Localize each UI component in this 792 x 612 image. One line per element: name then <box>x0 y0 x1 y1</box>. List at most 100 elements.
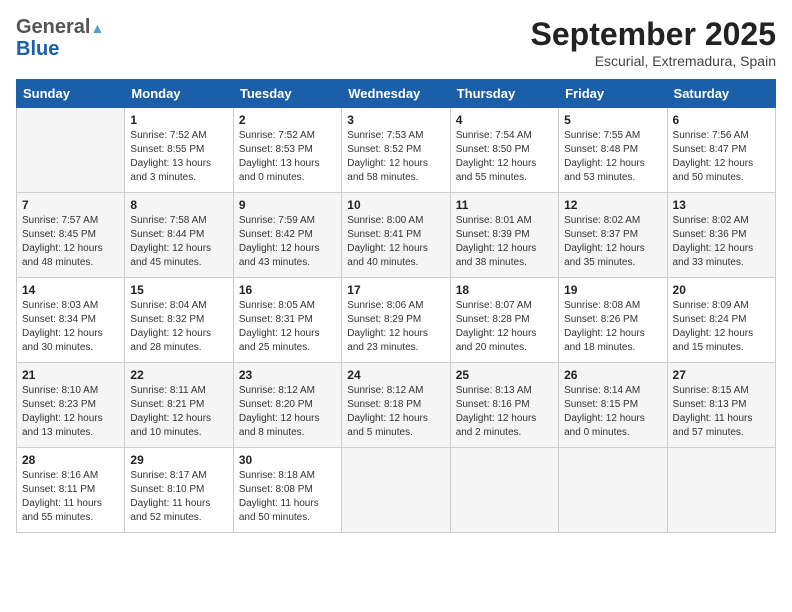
calendar-cell: 7 Sunrise: 7:57 AMSunset: 8:45 PMDaylight… <box>17 193 125 278</box>
day-info: Sunrise: 8:08 AMSunset: 8:26 PMDaylight:… <box>564 299 661 355</box>
day-info: Sunrise: 8:10 AMSunset: 8:23 PMDaylight:… <box>22 384 119 440</box>
calendar-cell: 16 Sunrise: 8:05 AMSunset: 8:31 PMDayligh… <box>233 278 341 363</box>
title-block: September 2025 Escurial, Extremadura, Sp… <box>531 16 776 69</box>
header-sunday: Sunday <box>17 80 125 108</box>
calendar-cell: 23Sunrise: 8:12 AMSunset: 8:20 PMDayligh… <box>233 363 341 448</box>
day-number: 26 <box>564 368 661 382</box>
calendar-cell: 15 Sunrise: 8:04 AMSunset: 8:32 PMDayligh… <box>125 278 233 363</box>
calendar-cell: 30 Sunrise: 8:18 AMSunset: 8:08 PMDayligh… <box>233 448 341 533</box>
calendar-cell: 8 Sunrise: 7:58 AMSunset: 8:44 PMDaylight… <box>125 193 233 278</box>
day-info: Sunrise: 8:15 AMSunset: 8:13 PMDaylight:… <box>673 384 770 440</box>
day-info: Sunrise: 8:14 AMSunset: 8:15 PMDaylight:… <box>564 384 661 440</box>
day-info: Sunrise: 8:11 AMSunset: 8:21 PMDaylight:… <box>130 384 227 440</box>
calendar-cell: 19 Sunrise: 8:08 AMSunset: 8:26 PMDayligh… <box>559 278 667 363</box>
day-number: 11 <box>456 198 553 212</box>
day-info: Sunrise: 7:57 AMSunset: 8:45 PMDaylight:… <box>22 214 119 270</box>
day-number: 21 <box>22 368 119 382</box>
calendar-cell: 22 Sunrise: 8:11 AMSunset: 8:21 PMDayligh… <box>125 363 233 448</box>
day-number: 27 <box>673 368 770 382</box>
calendar-week-2: 7 Sunrise: 7:57 AMSunset: 8:45 PMDaylight… <box>17 193 776 278</box>
day-number: 5 <box>564 113 661 127</box>
day-info: Sunrise: 8:18 AMSunset: 8:08 PMDaylight:… <box>239 469 336 525</box>
calendar-cell: 1 Sunrise: 7:52 AMSunset: 8:55 PMDaylight… <box>125 108 233 193</box>
calendar-cell: 27 Sunrise: 8:15 AMSunset: 8:13 PMDayligh… <box>667 363 775 448</box>
header-monday: Monday <box>125 80 233 108</box>
day-number: 17 <box>347 283 444 297</box>
day-number: 7 <box>22 198 119 212</box>
day-number: 30 <box>239 453 336 467</box>
day-info: Sunrise: 7:53 AMSunset: 8:52 PMDaylight:… <box>347 129 444 185</box>
logo-general: General <box>16 16 90 38</box>
calendar-cell: 6 Sunrise: 7:56 AMSunset: 8:47 PMDaylight… <box>667 108 775 193</box>
day-info: Sunrise: 8:06 AMSunset: 8:29 PMDaylight:… <box>347 299 444 355</box>
calendar-cell <box>667 448 775 533</box>
page-subtitle: Escurial, Extremadura, Spain <box>531 53 776 69</box>
calendar-cell: 21 Sunrise: 8:10 AMSunset: 8:23 PMDayligh… <box>17 363 125 448</box>
calendar-cell: 26 Sunrise: 8:14 AMSunset: 8:15 PMDayligh… <box>559 363 667 448</box>
day-info: Sunrise: 8:16 AMSunset: 8:11 PMDaylight:… <box>22 469 119 525</box>
header-thursday: Thursday <box>450 80 558 108</box>
day-number: 9 <box>239 198 336 212</box>
calendar-week-3: 14 Sunrise: 8:03 AMSunset: 8:34 PMDayligh… <box>17 278 776 363</box>
day-info: Sunrise: 7:58 AMSunset: 8:44 PMDaylight:… <box>130 214 227 270</box>
calendar-cell: 14 Sunrise: 8:03 AMSunset: 8:34 PMDayligh… <box>17 278 125 363</box>
day-info: Sunrise: 7:52 AMSunset: 8:55 PMDaylight:… <box>130 129 227 185</box>
day-number: 10 <box>347 198 444 212</box>
calendar-cell: 24Sunrise: 8:12 AMSunset: 8:18 PMDayligh… <box>342 363 450 448</box>
calendar-cell <box>450 448 558 533</box>
day-number: 24 <box>347 368 444 382</box>
day-number: 13 <box>673 198 770 212</box>
day-info: Sunrise: 8:02 AMSunset: 8:37 PMDaylight:… <box>564 214 661 270</box>
calendar-week-5: 28 Sunrise: 8:16 AMSunset: 8:11 PMDayligh… <box>17 448 776 533</box>
day-info: Sunrise: 8:05 AMSunset: 8:31 PMDaylight:… <box>239 299 336 355</box>
calendar-cell: 18Sunrise: 8:07 AMSunset: 8:28 PMDayligh… <box>450 278 558 363</box>
day-number: 25 <box>456 368 553 382</box>
calendar-cell: 29Sunrise: 8:17 AMSunset: 8:10 PMDayligh… <box>125 448 233 533</box>
day-number: 2 <box>239 113 336 127</box>
calendar-table: SundayMondayTuesdayWednesdayThursdayFrid… <box>16 79 776 533</box>
calendar-cell: 20 Sunrise: 8:09 AMSunset: 8:24 PMDayligh… <box>667 278 775 363</box>
day-info: Sunrise: 8:07 AMSunset: 8:28 PMDaylight:… <box>456 299 553 355</box>
day-info: Sunrise: 7:56 AMSunset: 8:47 PMDaylight:… <box>673 129 770 185</box>
day-number: 23 <box>239 368 336 382</box>
calendar-cell <box>342 448 450 533</box>
calendar-cell <box>559 448 667 533</box>
day-info: Sunrise: 7:55 AMSunset: 8:48 PMDaylight:… <box>564 129 661 185</box>
calendar-cell: 13 Sunrise: 8:02 AMSunset: 8:36 PMDayligh… <box>667 193 775 278</box>
day-number: 14 <box>22 283 119 297</box>
day-number: 6 <box>673 113 770 127</box>
day-number: 15 <box>130 283 227 297</box>
page-header: General▲ Blue September 2025 Escurial, E… <box>16 16 776 69</box>
day-number: 28 <box>22 453 119 467</box>
calendar-cell: 3Sunrise: 7:53 AMSunset: 8:52 PMDaylight… <box>342 108 450 193</box>
calendar-cell: 9 Sunrise: 7:59 AMSunset: 8:42 PMDaylight… <box>233 193 341 278</box>
day-number: 8 <box>130 198 227 212</box>
calendar-week-1: 1 Sunrise: 7:52 AMSunset: 8:55 PMDaylight… <box>17 108 776 193</box>
page-title: September 2025 <box>531 16 776 53</box>
day-info: Sunrise: 8:04 AMSunset: 8:32 PMDaylight:… <box>130 299 227 355</box>
day-info: Sunrise: 7:59 AMSunset: 8:42 PMDaylight:… <box>239 214 336 270</box>
day-number: 22 <box>130 368 227 382</box>
day-info: Sunrise: 8:00 AMSunset: 8:41 PMDaylight:… <box>347 214 444 270</box>
day-number: 12 <box>564 198 661 212</box>
day-info: Sunrise: 8:02 AMSunset: 8:36 PMDaylight:… <box>673 214 770 270</box>
header-friday: Friday <box>559 80 667 108</box>
calendar-cell: 4Sunrise: 7:54 AMSunset: 8:50 PMDaylight… <box>450 108 558 193</box>
day-info: Sunrise: 7:52 AMSunset: 8:53 PMDaylight:… <box>239 129 336 185</box>
day-info: Sunrise: 8:17 AMSunset: 8:10 PMDaylight:… <box>130 469 227 525</box>
day-number: 20 <box>673 283 770 297</box>
logo-blue: Blue <box>16 38 59 60</box>
day-info: Sunrise: 8:01 AMSunset: 8:39 PMDaylight:… <box>456 214 553 270</box>
calendar-cell: 5 Sunrise: 7:55 AMSunset: 8:48 PMDaylight… <box>559 108 667 193</box>
header-saturday: Saturday <box>667 80 775 108</box>
day-number: 4 <box>456 113 553 127</box>
day-info: Sunrise: 8:03 AMSunset: 8:34 PMDaylight:… <box>22 299 119 355</box>
header-wednesday: Wednesday <box>342 80 450 108</box>
day-number: 1 <box>130 113 227 127</box>
calendar-cell: 2 Sunrise: 7:52 AMSunset: 8:53 PMDaylight… <box>233 108 341 193</box>
calendar-header-row: SundayMondayTuesdayWednesdayThursdayFrid… <box>17 80 776 108</box>
day-info: Sunrise: 8:09 AMSunset: 8:24 PMDaylight:… <box>673 299 770 355</box>
day-number: 19 <box>564 283 661 297</box>
day-number: 16 <box>239 283 336 297</box>
day-info: Sunrise: 8:13 AMSunset: 8:16 PMDaylight:… <box>456 384 553 440</box>
